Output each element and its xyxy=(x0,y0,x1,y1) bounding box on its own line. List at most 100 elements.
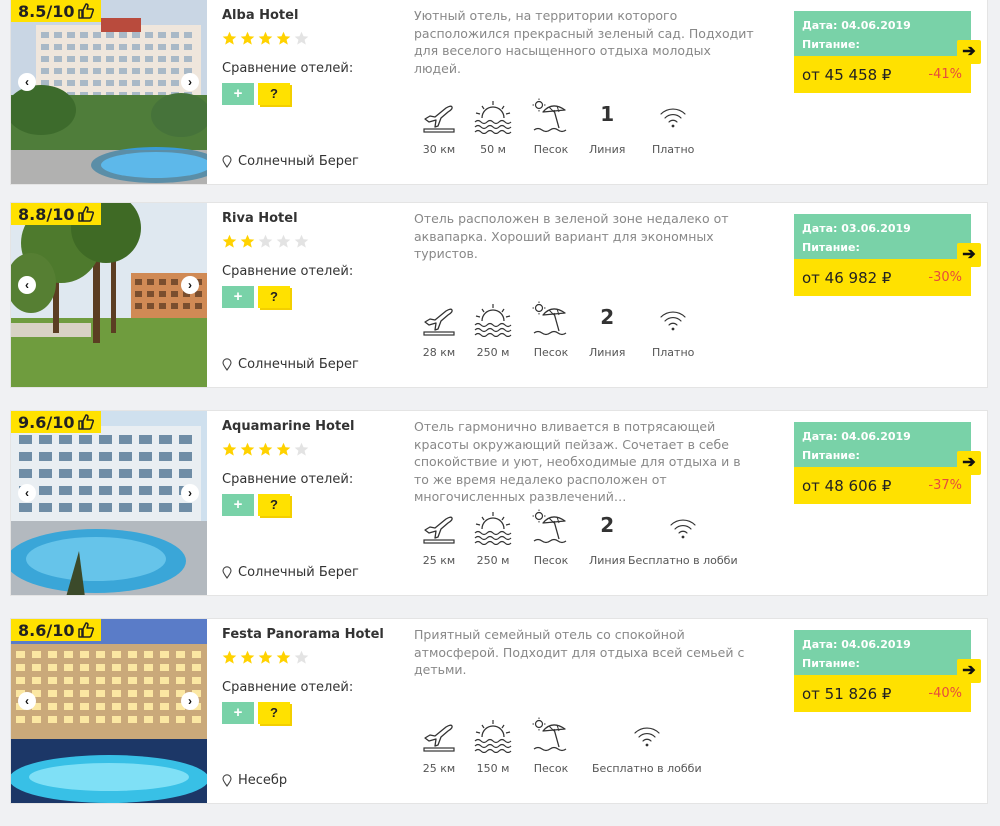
hotel-info: Alba Hotel Сравнение отелей: + ? Солнечн… xyxy=(222,8,402,178)
hotel-description: Отель расположен в зеленой зоне недалеко… xyxy=(414,211,729,261)
price-box[interactable]: Дата: 03.06.2019 Питание: от 46 982 ₽ -3… xyxy=(794,214,981,296)
hotel-name[interactable]: Festa Panorama Hotel xyxy=(222,627,402,642)
beach-line-label: Линия xyxy=(589,346,626,359)
hotel-card: 8.6/10 ‹ › Festa Panorama Hotel Сравнени… xyxy=(10,618,988,804)
amenity-line: 2 Линия xyxy=(589,509,625,567)
rating-badge: 9.6/10 xyxy=(11,411,102,433)
chevron-left-icon: ‹ xyxy=(25,486,29,500)
airplane-icon xyxy=(423,105,455,133)
star-icon xyxy=(258,31,273,45)
compare-help-button[interactable]: ? xyxy=(258,494,290,516)
price-box[interactable]: Дата: 04.06.2019 Питание: от 45 458 ₽ -4… xyxy=(794,11,981,93)
photo-prev-button[interactable]: ‹ xyxy=(18,276,36,294)
add-to-compare-button[interactable]: + xyxy=(222,286,254,308)
airplane-icon xyxy=(423,516,455,544)
beach-line-number: 2 xyxy=(600,513,615,537)
wifi-info: Платно xyxy=(652,346,695,359)
add-to-compare-button[interactable]: + xyxy=(222,702,254,724)
wifi-info: Платно xyxy=(652,143,695,156)
amenity-sea: 250 м xyxy=(473,301,513,359)
rating-badge: 8.6/10 xyxy=(11,619,102,641)
star-icon xyxy=(240,650,255,664)
discount-value: -41% xyxy=(928,67,962,82)
date-label: Дата: xyxy=(802,430,842,443)
airport-distance: 25 км xyxy=(422,762,456,775)
compare-label: Сравнение отелей: xyxy=(222,472,354,487)
star-rating xyxy=(222,442,402,457)
sea-icon xyxy=(474,304,512,337)
photo-next-button[interactable]: › xyxy=(181,692,199,710)
star-icon xyxy=(222,650,237,664)
chevron-right-icon: › xyxy=(188,694,192,708)
photo-next-button[interactable]: › xyxy=(181,484,199,502)
go-to-hotel-button[interactable]: ➔ xyxy=(957,40,981,64)
arrow-right-icon: ➔ xyxy=(962,662,976,679)
star-icon xyxy=(294,31,309,45)
star-icon xyxy=(276,234,291,248)
airport-distance: 30 км xyxy=(422,143,456,156)
airport-distance: 25 км xyxy=(422,554,456,567)
hotel-name[interactable]: Alba Hotel xyxy=(222,8,402,23)
date-label: Дата: xyxy=(802,19,842,32)
location-label: Солнечный Берег xyxy=(238,154,359,169)
compare-buttons: + ? xyxy=(222,83,402,105)
amenity-airport: 25 км xyxy=(421,717,457,775)
rating-value: 8.8/10 xyxy=(18,204,75,224)
hotel-name[interactable]: Aquamarine Hotel xyxy=(222,419,402,434)
hotel-photo[interactable]: 8.5/10 ‹ › xyxy=(11,0,207,184)
sea-distance: 250 м xyxy=(476,554,510,567)
hotel-name[interactable]: Riva Hotel xyxy=(222,211,402,226)
airplane-icon xyxy=(423,724,455,752)
price-box[interactable]: Дата: 04.06.2019 Питание: от 48 606 ₽ -3… xyxy=(794,422,981,504)
discount-value: -37% xyxy=(928,478,962,493)
star-icon xyxy=(222,442,237,456)
go-to-hotel-button[interactable]: ➔ xyxy=(957,659,981,683)
location-pin-icon xyxy=(222,774,232,787)
rating-badge: 8.8/10 xyxy=(11,203,102,225)
wifi-icon xyxy=(660,311,686,331)
photo-prev-button[interactable]: ‹ xyxy=(18,73,36,91)
rating-value: 8.5/10 xyxy=(18,1,75,21)
price-row: от 46 982 ₽ -30% xyxy=(794,259,971,296)
beach-type: Песок xyxy=(533,762,569,775)
go-to-hotel-button[interactable]: ➔ xyxy=(957,451,981,475)
compare-help-button[interactable]: ? xyxy=(258,83,290,105)
amenity-wifi: Платно xyxy=(652,301,694,359)
price-row: от 51 826 ₽ -40% xyxy=(794,675,971,712)
discount-value: -30% xyxy=(928,270,962,285)
hotel-image xyxy=(11,619,207,803)
compare-help-button[interactable]: ? xyxy=(258,286,290,308)
hotel-image xyxy=(11,0,207,184)
price-box[interactable]: Дата: 04.06.2019 Питание: от 51 826 ₽ -4… xyxy=(794,630,981,712)
photo-next-button[interactable]: › xyxy=(181,276,199,294)
price-value: от 48 606 ₽ xyxy=(802,476,892,495)
go-to-hotel-button[interactable]: ➔ xyxy=(957,243,981,267)
photo-prev-button[interactable]: ‹ xyxy=(18,692,36,710)
star-icon xyxy=(276,31,291,45)
compare-buttons: + ? xyxy=(222,702,402,724)
beach-umbrella-icon xyxy=(532,98,567,133)
star-icon xyxy=(258,234,273,248)
amenity-line: 2 Линия xyxy=(589,301,625,359)
location-pin-icon xyxy=(222,155,232,168)
add-to-compare-button[interactable]: + xyxy=(222,83,254,105)
add-to-compare-button[interactable]: + xyxy=(222,494,254,516)
hotel-photo[interactable]: 8.8/10 ‹ › xyxy=(11,203,207,387)
photo-next-button[interactable]: › xyxy=(181,73,199,91)
hotel-image xyxy=(11,203,207,387)
hotel-info: Aquamarine Hotel Сравнение отелей: + ? С… xyxy=(222,419,402,589)
sea-distance: 250 м xyxy=(476,346,510,359)
photo-prev-button[interactable]: ‹ xyxy=(18,484,36,502)
chevron-left-icon: ‹ xyxy=(25,694,29,708)
price-row: от 48 606 ₽ -37% xyxy=(794,467,971,504)
date-value: 04.06.2019 xyxy=(841,430,911,443)
amenity-wifi: Бесплатно в лобби xyxy=(628,509,738,567)
hotel-photo[interactable]: 9.6/10 ‹ › xyxy=(11,411,207,595)
amenity-beach: Песок xyxy=(532,717,570,775)
date-value: 04.06.2019 xyxy=(841,638,911,651)
compare-help-button[interactable]: ? xyxy=(258,702,290,724)
hotel-photo[interactable]: 8.6/10 ‹ › xyxy=(11,619,207,803)
chevron-right-icon: › xyxy=(188,75,192,89)
beach-line-label: Линия xyxy=(589,554,626,567)
amenity-wifi: Бесплатно в лобби xyxy=(592,717,702,775)
